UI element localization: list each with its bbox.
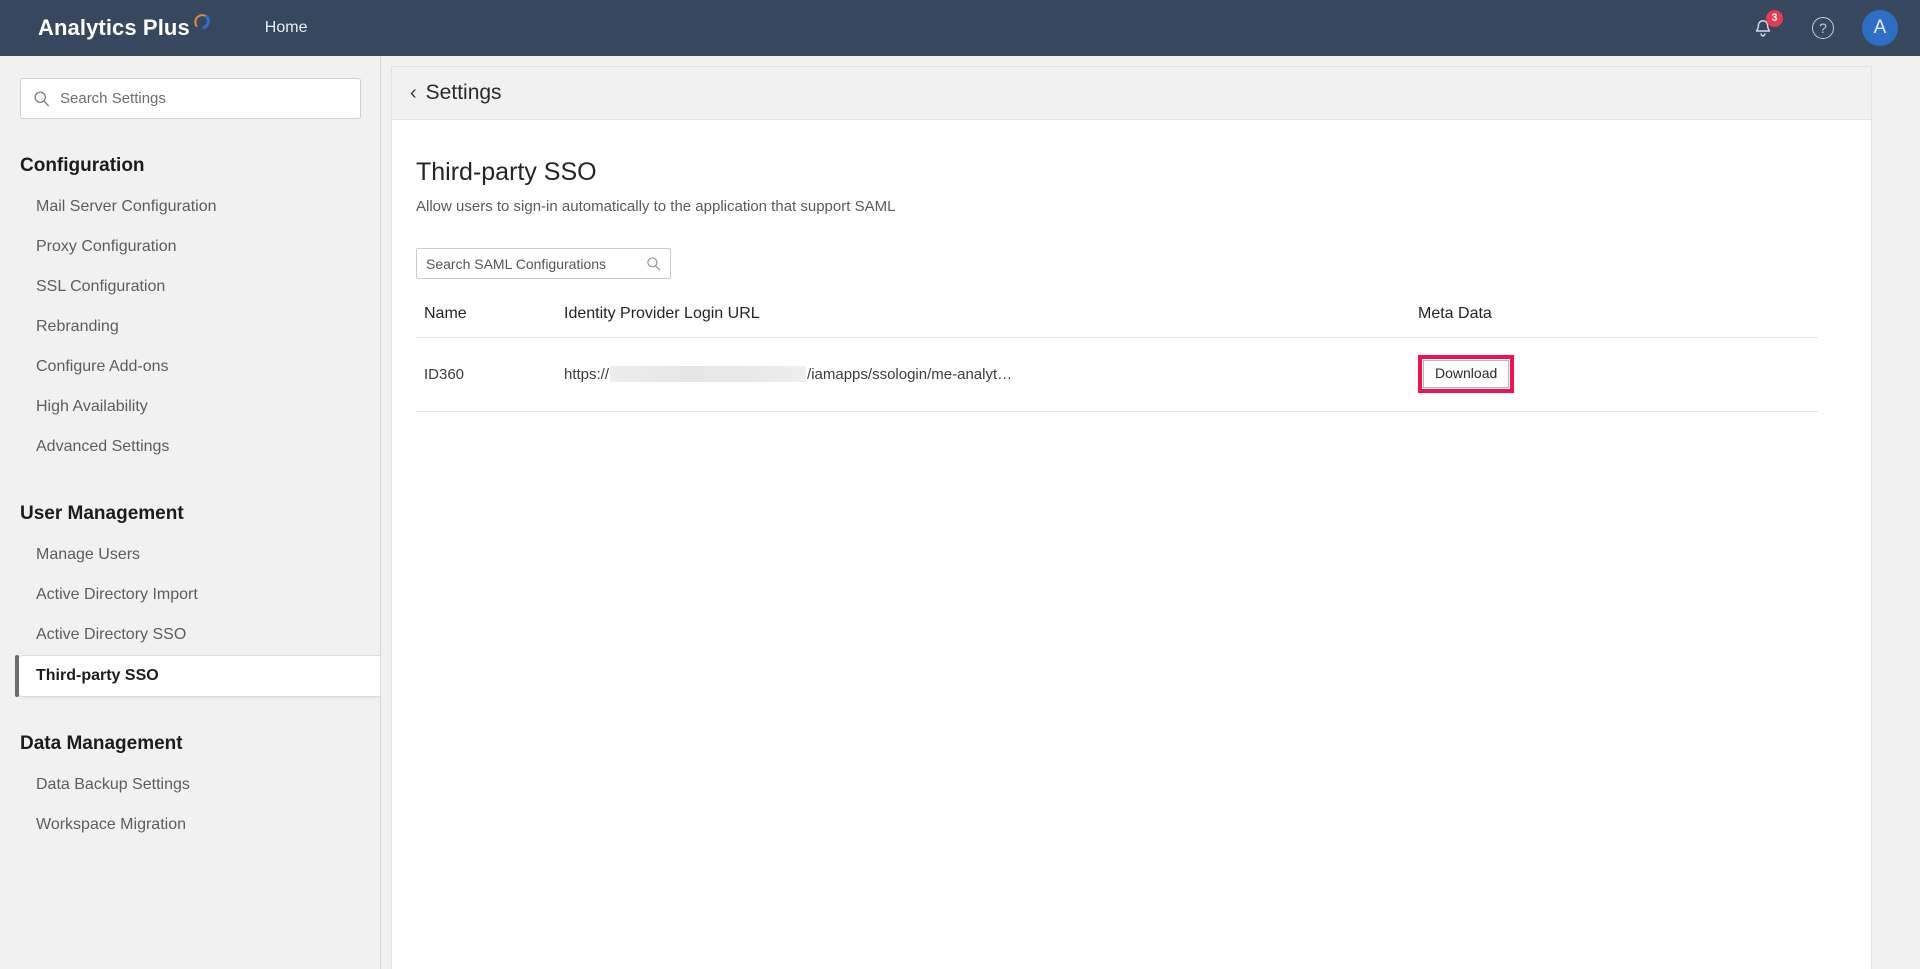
table-body: ID360 https:// /iamapps/ssologin/me-anal… xyxy=(416,337,1818,413)
sidebar-search[interactable] xyxy=(20,78,361,119)
app-logo[interactable]: Analytics Plus xyxy=(38,13,211,41)
notifications-button[interactable]: 3 xyxy=(1748,10,1783,45)
cell-name: ID360 xyxy=(416,337,564,413)
page-description: Allow users to sign-in automatically to … xyxy=(416,198,896,215)
search-settings-input[interactable] xyxy=(60,90,340,107)
sidebar-section-title-user-management: User Management xyxy=(20,503,184,524)
sidebar-item-data-backup-settings[interactable]: Data Backup Settings xyxy=(0,765,380,805)
sidebar-item-advanced-settings[interactable]: Advanced Settings xyxy=(0,427,380,467)
highlight-annotation: Download xyxy=(1418,355,1515,394)
help-circle-icon[interactable]: ? xyxy=(1812,17,1834,39)
sidebar-section-title-configuration: Configuration xyxy=(20,155,145,176)
brand-name: Analytics Plus xyxy=(38,15,190,40)
sidebar-item-manage-users[interactable]: Manage Users xyxy=(0,535,380,575)
table-header-row: Name Identity Provider Login URL Meta Da… xyxy=(416,299,1818,338)
settings-sidebar: Configuration Mail Server Configuration … xyxy=(0,56,381,969)
redacted-host xyxy=(610,366,807,383)
chevron-left-icon[interactable]: ‹ xyxy=(410,83,417,103)
settings-panel: ‹ Settings Third-party SSO Allow users t… xyxy=(391,66,1872,969)
table-header: Name Identity Provider Login URL Meta Da… xyxy=(416,299,1818,338)
panel-body: Third-party SSO Allow users to sign-in a… xyxy=(392,120,1871,413)
column-header-idp-login-url: Identity Provider Login URL xyxy=(564,299,1418,338)
header-actions: 3 ? A xyxy=(1748,10,1898,46)
sidebar-item-configure-add-ons[interactable]: Configure Add-ons xyxy=(0,347,380,387)
avatar[interactable]: A xyxy=(1862,10,1898,46)
saml-configurations-table: Name Identity Provider Login URL Meta Da… xyxy=(416,299,1818,413)
sidebar-item-high-availability[interactable]: High Availability xyxy=(0,387,380,427)
breadcrumb[interactable]: ‹ Settings xyxy=(392,67,1871,120)
search-saml-input[interactable] xyxy=(426,255,646,272)
sidebar-item-active-directory-import[interactable]: Active Directory Import xyxy=(0,575,380,615)
notification-badge: 3 xyxy=(1766,10,1783,27)
sidebar-item-rebranding[interactable]: Rebranding xyxy=(0,307,380,347)
sidebar-section-user-management: Manage Users Active Directory Import Act… xyxy=(0,535,380,697)
table-row: ID360 https:// /iamapps/ssologin/me-anal… xyxy=(416,337,1818,413)
app-header: Analytics Plus Home 3 ? A xyxy=(0,0,1920,56)
nav-home[interactable]: Home xyxy=(265,19,308,37)
page-title: Third-party SSO xyxy=(416,158,597,186)
sidebar-item-active-directory-sso[interactable]: Active Directory SSO xyxy=(0,615,380,655)
url-prefix: https:// xyxy=(564,365,610,383)
saml-search[interactable] xyxy=(416,248,671,279)
url-suffix: /iamapps/ssologin/me-analyt… xyxy=(807,365,1013,383)
arc-swoosh-icon xyxy=(193,13,211,31)
column-header-name: Name xyxy=(416,299,564,338)
sidebar-section-title-data-management: Data Management xyxy=(20,733,183,754)
search-icon xyxy=(34,91,49,107)
column-header-meta-data: Meta Data xyxy=(1418,299,1818,338)
sidebar-item-proxy-configuration[interactable]: Proxy Configuration xyxy=(0,227,380,267)
cell-idp-login-url: https:// /iamapps/ssologin/me-analyt… xyxy=(564,337,1418,413)
sidebar-section-data-management: Data Backup Settings Workspace Migration xyxy=(0,765,380,845)
breadcrumb-label: Settings xyxy=(425,81,502,104)
search-icon xyxy=(647,257,661,271)
sidebar-item-ssl-configuration[interactable]: SSL Configuration xyxy=(0,267,380,307)
download-button[interactable]: Download xyxy=(1423,360,1510,389)
sidebar-item-third-party-sso[interactable]: Third-party SSO xyxy=(15,655,380,697)
sidebar-item-workspace-migration[interactable]: Workspace Migration xyxy=(0,805,380,845)
main-content: ‹ Settings Third-party SSO Allow users t… xyxy=(381,56,1920,969)
sidebar-item-mail-server-configuration[interactable]: Mail Server Configuration xyxy=(0,187,380,227)
cell-meta-data: Download xyxy=(1418,337,1818,413)
sidebar-section-configuration: Mail Server Configuration Proxy Configur… xyxy=(0,187,380,467)
